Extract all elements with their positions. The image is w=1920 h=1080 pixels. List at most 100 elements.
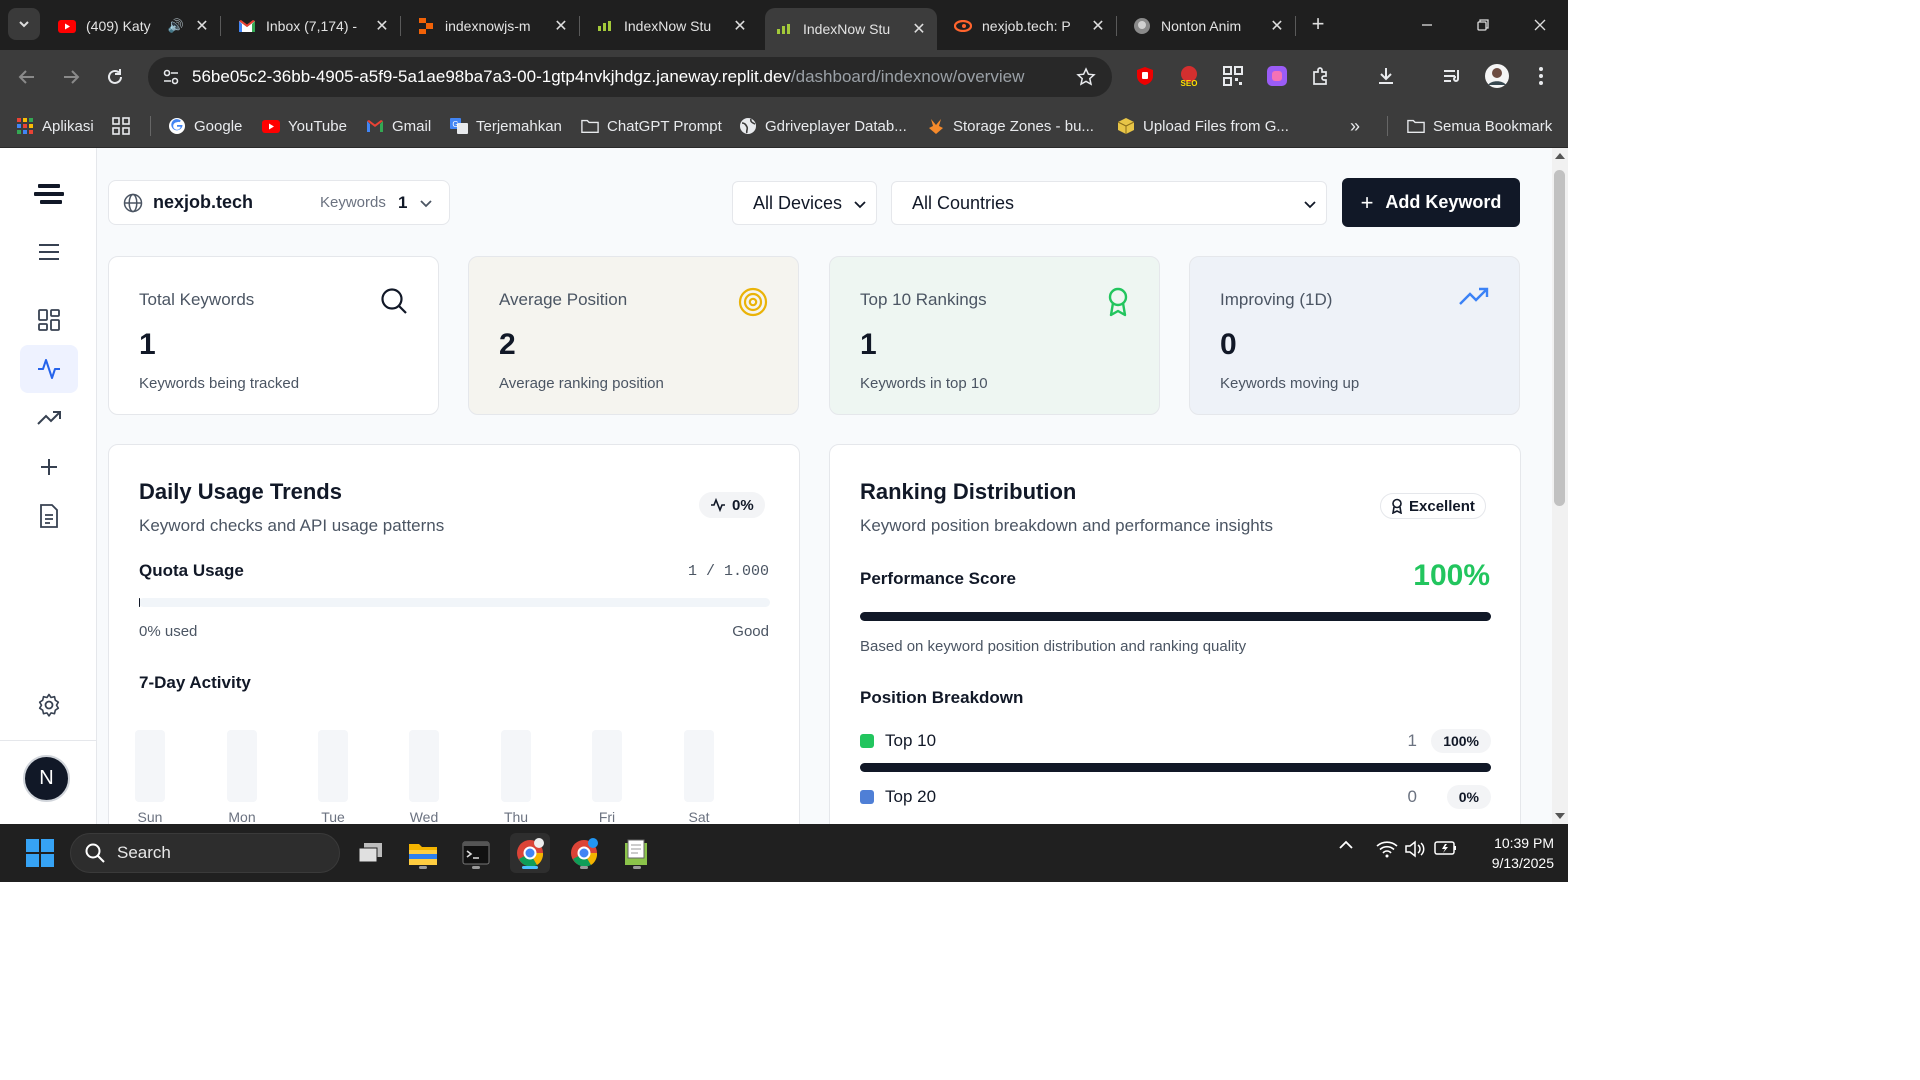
keywords-label: Keywords — [320, 194, 386, 211]
scrollbar-thumb[interactable] — [1554, 170, 1565, 506]
bookmark-gmail[interactable]: Gmail — [366, 114, 431, 138]
close-icon[interactable]: ✕ — [911, 19, 927, 39]
minimize-button[interactable] — [1412, 12, 1442, 38]
add-keyword-button[interactable]: + Add Keyword — [1342, 178, 1520, 227]
bookmark-upload-files[interactable]: Upload Files from G... — [1117, 114, 1289, 138]
performance-score-label: Performance Score — [860, 569, 1016, 588]
scroll-down-icon[interactable] — [1555, 812, 1565, 820]
download-icon[interactable] — [1373, 63, 1399, 89]
forward-button[interactable] — [56, 62, 86, 92]
close-icon — [1534, 19, 1546, 31]
reload-button[interactable] — [100, 62, 130, 92]
tab-search-button[interactable] — [8, 8, 40, 40]
bookmark-star-icon[interactable] — [1076, 67, 1096, 92]
seo-extension-icon[interactable]: SEO — [1176, 63, 1202, 89]
start-button[interactable] — [20, 833, 60, 873]
close-icon[interactable]: ✕ — [553, 16, 569, 36]
menu-toggle-icon[interactable] — [20, 228, 78, 276]
user-avatar[interactable]: N — [23, 755, 70, 802]
bookmark-youtube[interactable]: YouTube — [262, 114, 347, 138]
volume-icon[interactable] — [1404, 840, 1426, 858]
dashboard-icon[interactable] — [20, 296, 78, 344]
country-select[interactable]: All Countries — [891, 181, 1327, 225]
close-icon[interactable]: ✕ — [374, 16, 390, 36]
notepad-app-icon[interactable] — [617, 833, 657, 873]
stat-value: 1 — [139, 328, 156, 361]
folder-icon — [1407, 117, 1425, 135]
wifi-icon[interactable] — [1376, 840, 1398, 858]
browser-tab-active[interactable]: IndexNow Stu ✕ — [765, 8, 937, 50]
scroll-up-icon[interactable] — [1555, 152, 1565, 160]
indexnow-app: N nexjob.tech Keywords 1 All Devices All… — [0, 148, 1552, 824]
restore-icon — [1477, 19, 1489, 31]
browser-tab[interactable]: IndexNow Stu ✕ — [586, 8, 758, 44]
trending-up-icon[interactable] — [20, 394, 78, 442]
bookmark-tab-groups[interactable] — [112, 114, 138, 138]
device-select[interactable]: All Devices — [732, 181, 877, 225]
chrome-taskbar-icon[interactable] — [510, 833, 550, 873]
close-icon[interactable]: ✕ — [194, 16, 210, 36]
domain-name: nexjob.tech — [153, 192, 254, 212]
system-clock[interactable]: 10:39 PM 9/13/2025 — [1470, 833, 1554, 873]
bookmark-storage-zones[interactable]: Storage Zones - bu... — [927, 114, 1094, 138]
taskbar-search[interactable]: Search — [70, 833, 340, 873]
battery-charging-icon[interactable] — [1434, 840, 1458, 856]
new-tab-button[interactable]: + — [1305, 12, 1331, 38]
bookmark-label: Google — [194, 117, 243, 135]
profile-avatar[interactable] — [1484, 63, 1510, 89]
chevron-down-icon — [854, 201, 866, 209]
bookmarks-overflow-button[interactable]: » — [1350, 114, 1360, 138]
close-icon[interactable]: ✕ — [1269, 16, 1285, 36]
bookmark-chatgpt-prompt[interactable]: ChatGPT Prompt — [581, 114, 722, 138]
speaker-icon[interactable]: 🔊 — [168, 18, 184, 34]
bookmark-gdriveplayer[interactable]: Gdriveplayer Datab... — [739, 114, 907, 138]
daily-usage-panel: Daily Usage Trends Keyword checks and AP… — [108, 444, 800, 824]
stat-label: Improving (1D) — [1220, 290, 1333, 309]
youtube-icon — [262, 117, 280, 135]
bookmark-apps[interactable]: Aplikasi — [16, 114, 94, 138]
stat-card-average-position: Average Position 2 Average ranking posit… — [468, 256, 799, 415]
activity-icon[interactable] — [20, 345, 78, 393]
plus-icon: + — [1360, 189, 1374, 215]
stat-caption: Keywords moving up — [1220, 375, 1360, 392]
task-view-icon[interactable] — [350, 833, 390, 873]
back-button[interactable] — [12, 62, 42, 92]
bookmark-label: ChatGPT Prompt — [607, 117, 722, 135]
browser-tab[interactable]: (409) Katy 🔊 ✕ — [48, 8, 221, 44]
browser-tab[interactable]: nexjob.tech: P ✕ — [944, 8, 1117, 44]
qr-code-icon[interactable] — [1220, 63, 1246, 89]
bookmark-google[interactable]: Google — [168, 114, 242, 138]
site-info-icon[interactable] — [162, 68, 180, 91]
extensions-puzzle-icon[interactable] — [1308, 63, 1334, 89]
close-icon[interactable]: ✕ — [1090, 16, 1106, 36]
more-menu-icon[interactable] — [1528, 63, 1554, 89]
plus-icon[interactable] — [20, 443, 78, 491]
tab-title: IndexNow Stu — [624, 18, 712, 34]
page-scrollbar[interactable] — [1552, 148, 1568, 824]
chrome-profile-taskbar-icon[interactable] — [564, 833, 604, 873]
panel-title: Ranking Distribution — [860, 479, 1077, 504]
restore-button[interactable] — [1468, 12, 1498, 38]
performance-score-fill — [860, 612, 1491, 621]
domain-selector[interactable]: nexjob.tech Keywords 1 — [108, 180, 450, 225]
file-explorer-icon[interactable] — [403, 833, 443, 873]
all-bookmarks-folder[interactable]: Semua Bookmark — [1407, 114, 1552, 138]
bookmark-translate[interactable]: G Terjemahkan — [450, 114, 562, 138]
media-controls-icon[interactable] — [1439, 63, 1465, 89]
document-icon[interactable] — [20, 492, 78, 540]
purple-extension-icon[interactable] — [1264, 63, 1290, 89]
terminal-icon[interactable] — [456, 833, 496, 873]
address-bar[interactable]: 56be05c2-36bb-4905-a5f9-5a1ae98ba7a3-00-… — [148, 57, 1112, 97]
ublock-extension-icon[interactable] — [1132, 63, 1158, 89]
browser-tab[interactable]: Inbox (7,174) - ✕ — [228, 8, 401, 44]
close-icon[interactable]: ✕ — [732, 16, 748, 36]
stat-value: 1 — [860, 328, 877, 361]
chevron-up-icon[interactable] — [1338, 840, 1354, 850]
breakdown-count: 0 — [1407, 787, 1417, 806]
browser-tab[interactable]: indexnowjs-m ✕ — [407, 8, 580, 44]
browser-tab[interactable]: Nonton Anim ✕ — [1123, 8, 1296, 44]
logo-icon[interactable] — [20, 170, 78, 218]
close-window-button[interactable] — [1525, 12, 1555, 38]
activity-day-label: Sun — [137, 809, 163, 824]
settings-gear-icon[interactable] — [20, 681, 78, 729]
